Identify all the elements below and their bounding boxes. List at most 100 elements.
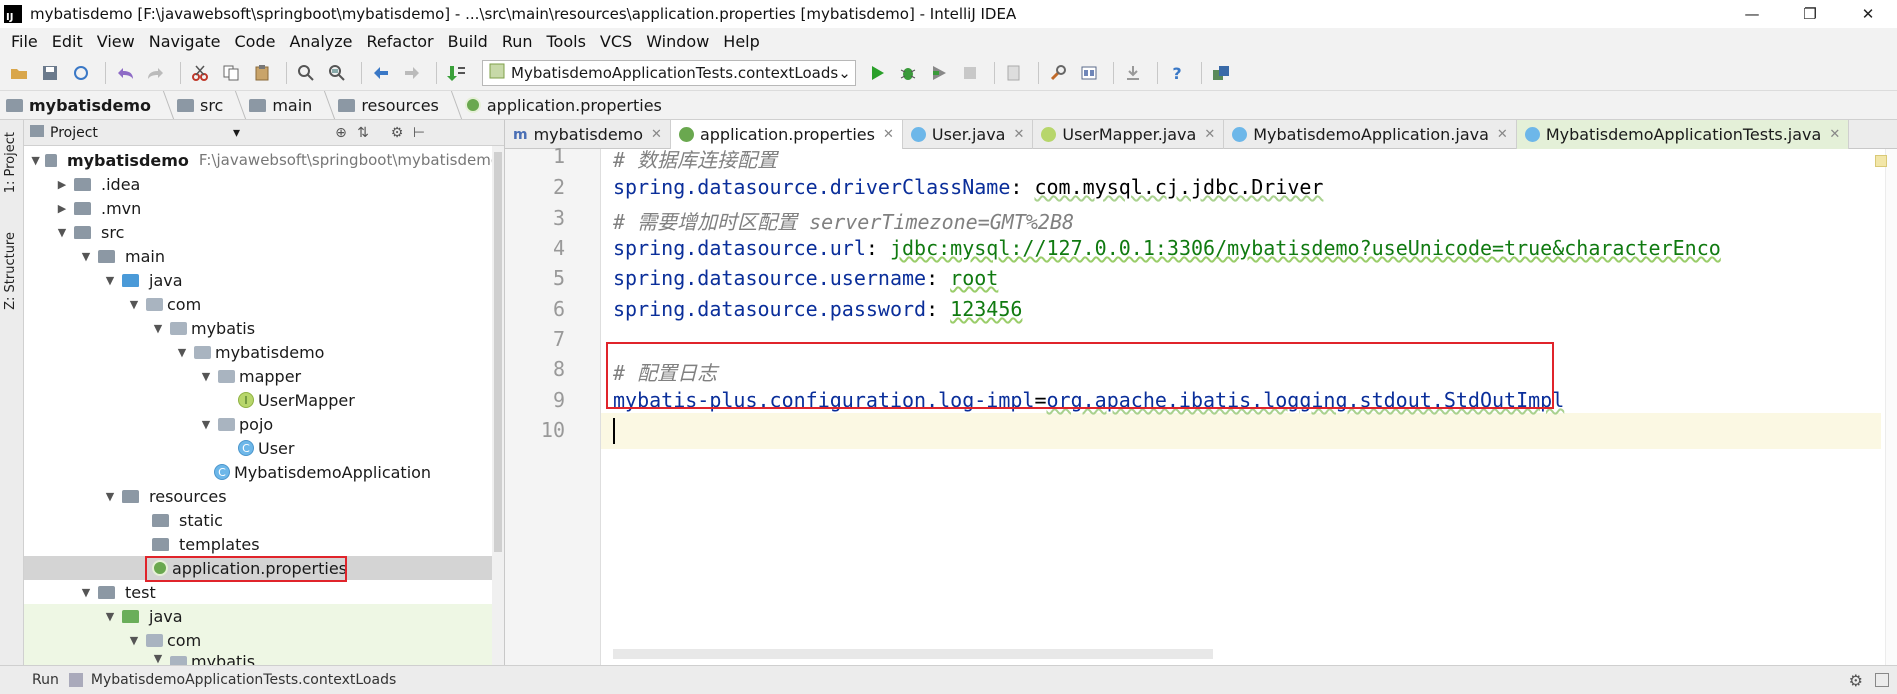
tree-node-java[interactable]: ▼ java	[24, 268, 500, 292]
back-icon[interactable]	[368, 60, 394, 86]
tree-node-main[interactable]: ▼ main	[24, 244, 500, 268]
menu-code[interactable]: Code	[228, 28, 283, 56]
code-editor[interactable]: 1 2 3 4 5 6 7 8 9 10 # 数据库连接配置 spring.da…	[505, 144, 1897, 665]
jetbrains-toolbox-icon[interactable]	[1208, 60, 1234, 86]
tree-node-idea[interactable]: ▶ .idea	[24, 172, 500, 196]
breadcrumb-item-src[interactable]: src	[176, 91, 233, 120]
help-icon[interactable]: ?	[1164, 60, 1190, 86]
tree-node-templates[interactable]: templates	[24, 532, 500, 556]
tool-tab-project[interactable]: 1: Project	[3, 132, 18, 193]
menu-vcs[interactable]: VCS	[593, 28, 639, 56]
locate-icon[interactable]: ⊕	[330, 125, 352, 141]
tab-usermapper-java[interactable]: UserMapper.java ✕	[1033, 120, 1225, 149]
cut-icon[interactable]	[187, 60, 213, 86]
tree-node-static[interactable]: static	[24, 508, 500, 532]
breadcrumb-item-file[interactable]: application.properties	[464, 91, 672, 120]
copy-icon[interactable]	[218, 60, 244, 86]
close-icon[interactable]: ✕	[883, 127, 894, 142]
tree-node-project-root[interactable]: ▼ mybatisdemo F:\javawebsoft\springboot\…	[24, 148, 500, 172]
close-icon[interactable]: ✕	[1497, 127, 1508, 142]
menu-file[interactable]: File	[4, 28, 45, 56]
tab-mybatisdemoapplication-java[interactable]: MybatisdemoApplication.java ✕	[1224, 120, 1517, 149]
close-icon[interactable]: ✕	[1829, 127, 1840, 142]
download-icon[interactable]	[1120, 60, 1146, 86]
text-caret	[613, 418, 615, 444]
run-target[interactable]: MybatisdemoApplicationTests.contextLoads	[91, 672, 396, 688]
paste-icon[interactable]	[249, 60, 275, 86]
find-icon[interactable]	[293, 60, 319, 86]
hide-panel-icon[interactable]: ⊢	[408, 125, 430, 141]
menu-build[interactable]: Build	[441, 28, 495, 56]
menu-window[interactable]: Window	[639, 28, 716, 56]
gear-icon[interactable]: ⚙	[386, 125, 408, 141]
tree-node-mvn[interactable]: ▶ .mvn	[24, 196, 500, 220]
tree-node-src[interactable]: ▼ src	[24, 220, 500, 244]
coverage-icon[interactable]	[926, 60, 952, 86]
project-path: F:\javawebsoft\springboot\mybatisdemo	[198, 151, 500, 169]
menu-analyze[interactable]: Analyze	[282, 28, 359, 56]
replace-icon[interactable]	[324, 60, 350, 86]
project-structure-icon[interactable]	[1076, 60, 1102, 86]
menu-refactor[interactable]: Refactor	[360, 28, 441, 56]
menu-run[interactable]: Run	[495, 28, 540, 56]
redo-icon[interactable]	[143, 60, 169, 86]
breadcrumb-item-project[interactable]: mybatisdemo	[6, 91, 161, 120]
tree-node-test[interactable]: ▼ test	[24, 580, 500, 604]
menu-edit[interactable]: Edit	[45, 28, 90, 56]
collapse-all-icon[interactable]: ⇅	[352, 125, 374, 141]
close-icon[interactable]: ✕	[1013, 127, 1024, 142]
tree-node-test-mybatis[interactable]: ▼ mybatis	[24, 652, 500, 665]
tree-node-resources[interactable]: ▼ resources	[24, 484, 500, 508]
minimize-button[interactable]: —	[1723, 0, 1781, 28]
editor-horizontal-scrollbar[interactable]	[613, 649, 1213, 659]
spring-properties-icon	[678, 127, 694, 142]
run-icon[interactable]	[864, 60, 890, 86]
project-panel-header: Project ▾ ⊕ ⇅ ⚙ ⊢	[24, 120, 504, 146]
attach-icon[interactable]	[1001, 60, 1027, 86]
breadcrumb-item-main[interactable]: main	[249, 91, 322, 120]
project-view-dropdown[interactable]: Project ▾	[50, 125, 240, 141]
project-panel-scrollbar[interactable]	[492, 146, 504, 665]
run-configuration-dropdown[interactable]: MybatisdemoApplicationTests.contextLoads…	[482, 60, 856, 86]
breadcrumb-label: application.properties	[486, 95, 662, 115]
tree-node-user[interactable]: C User	[24, 436, 500, 460]
run-tool-label[interactable]: Run	[32, 672, 59, 688]
tree-node-usermapper[interactable]: I UserMapper	[24, 388, 500, 412]
tree-node-test-com[interactable]: ▼ com	[24, 628, 500, 652]
tree-node-test-java[interactable]: ▼ java	[24, 604, 500, 628]
tab-user-java[interactable]: User.java ✕	[903, 120, 1034, 149]
package-icon	[146, 633, 163, 647]
tab-mybatisdemoapplicationtests-java[interactable]: MybatisdemoApplicationTests.java ✕	[1516, 120, 1850, 149]
forward-icon[interactable]	[399, 60, 425, 86]
build-icon[interactable]	[443, 60, 469, 86]
close-icon[interactable]: ✕	[651, 127, 662, 142]
inspection-marker-icon[interactable]	[1875, 155, 1887, 167]
tool-tab-structure[interactable]: Z: Structure	[3, 232, 18, 310]
tree-node-com[interactable]: ▼ com	[24, 292, 500, 316]
tree-node-mapper[interactable]: ▼ mapper	[24, 364, 500, 388]
tree-node-pojo[interactable]: ▼ pojo	[24, 412, 500, 436]
breadcrumb-item-resources[interactable]: resources	[338, 91, 449, 120]
undo-icon[interactable]	[112, 60, 138, 86]
tree-node-mybatisdemo-pkg[interactable]: ▼ mybatisdemo	[24, 340, 500, 364]
tree-node-mybatisdemoapplication[interactable]: C MybatisdemoApplication	[24, 460, 500, 484]
editor-vertical-scrollbar[interactable]	[1885, 149, 1897, 665]
close-window-button[interactable]: ✕	[1839, 0, 1897, 28]
open-folder-icon[interactable]	[6, 60, 32, 86]
scrollbar-thumb[interactable]	[494, 152, 502, 552]
menu-help[interactable]: Help	[716, 28, 766, 56]
gear-icon[interactable]: ⚙	[1849, 671, 1863, 690]
settings-wrench-icon[interactable]	[1045, 60, 1071, 86]
main-toolbar: MybatisdemoApplicationTests.contextLoads…	[0, 56, 1897, 91]
tree-node-mybatis[interactable]: ▼ mybatis	[24, 316, 500, 340]
stop-icon[interactable]	[957, 60, 983, 86]
menu-view[interactable]: View	[90, 28, 142, 56]
menu-navigate[interactable]: Navigate	[142, 28, 228, 56]
panel-layout-icon[interactable]	[1875, 673, 1889, 687]
sync-icon[interactable]	[68, 60, 94, 86]
maximize-button[interactable]: ❐	[1781, 0, 1839, 28]
save-all-icon[interactable]	[37, 60, 63, 86]
close-icon[interactable]: ✕	[1204, 127, 1215, 142]
debug-icon[interactable]	[895, 60, 921, 86]
menu-tools[interactable]: Tools	[540, 28, 593, 56]
